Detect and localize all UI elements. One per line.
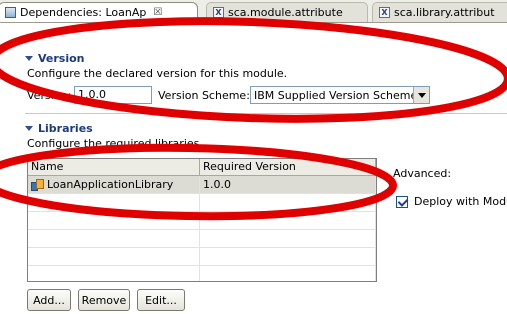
- version-field[interactable]: 1.0.0: [74, 86, 152, 104]
- xml-file-icon: X: [379, 7, 390, 18]
- libraries-description: Configure the required libraries.: [27, 137, 203, 150]
- table-cell-name: LoanApplicationLibrary: [28, 176, 200, 193]
- table-row-empty: [28, 248, 376, 266]
- table-row-empty: [28, 212, 376, 230]
- column-header-required-version[interactable]: Required Version: [200, 159, 376, 175]
- section-title: Version: [38, 52, 85, 65]
- table-header: Name Required Version: [28, 159, 376, 176]
- version-scheme-value: IBM Supplied Version Scheme: [254, 88, 413, 102]
- tab-label: sca.module.attribute: [228, 6, 343, 19]
- version-value: 1.0.0: [78, 88, 106, 101]
- tab-label: Dependencies: LoanAp: [20, 6, 147, 19]
- tab-sca-module-attribute[interactable]: X sca.module.attribute: [206, 2, 368, 22]
- section-title: Libraries: [38, 122, 93, 135]
- tab-label: sca.library.attribut: [394, 6, 495, 19]
- version-section-header[interactable]: Version: [25, 52, 85, 65]
- table-cell-version: 1.0.0: [200, 176, 376, 193]
- column-header-name[interactable]: Name: [28, 159, 200, 175]
- version-scheme-label: Version Scheme:: [158, 89, 250, 102]
- version-description: Configure the declared version for this …: [27, 67, 288, 80]
- close-icon[interactable]: ☒: [153, 7, 162, 18]
- section-divider: [25, 113, 507, 114]
- version-label: Version:: [27, 89, 72, 102]
- checkbox-checked[interactable]: [396, 195, 409, 208]
- collapse-triangle-icon[interactable]: [25, 56, 33, 61]
- libraries-table[interactable]: Name Required Version LoanApplicationLib…: [27, 158, 377, 282]
- xml-file-icon: X: [213, 7, 224, 18]
- dependencies-icon: [5, 7, 16, 18]
- table-row-empty: [28, 194, 376, 212]
- table-row[interactable]: LoanApplicationLibrary 1.0.0: [28, 176, 376, 194]
- version-scheme-dropdown[interactable]: IBM Supplied Version Scheme: [250, 86, 430, 104]
- advanced-label: Advanced:: [393, 167, 452, 180]
- tab-dependencies[interactable]: Dependencies: LoanAp ☒: [0, 2, 198, 22]
- table-row-empty: [28, 230, 376, 248]
- dropdown-button[interactable]: [413, 87, 429, 103]
- collapse-triangle-icon[interactable]: [25, 126, 33, 131]
- deploy-with-module-label: Deploy with Modul: [414, 195, 507, 208]
- edit-button[interactable]: Edit...: [137, 289, 185, 311]
- chevron-down-icon: [417, 92, 426, 98]
- library-icon: [31, 178, 44, 191]
- table-row-empty: [28, 266, 376, 281]
- library-name: LoanApplicationLibrary: [47, 178, 174, 191]
- add-button[interactable]: Add...: [27, 289, 71, 311]
- deploy-with-module-checkbox[interactable]: Deploy with Modul: [396, 195, 507, 208]
- remove-button[interactable]: Remove: [78, 289, 130, 311]
- libraries-section-header[interactable]: Libraries: [25, 122, 93, 135]
- tab-sca-library-attribute[interactable]: X sca.library.attribut: [372, 2, 507, 22]
